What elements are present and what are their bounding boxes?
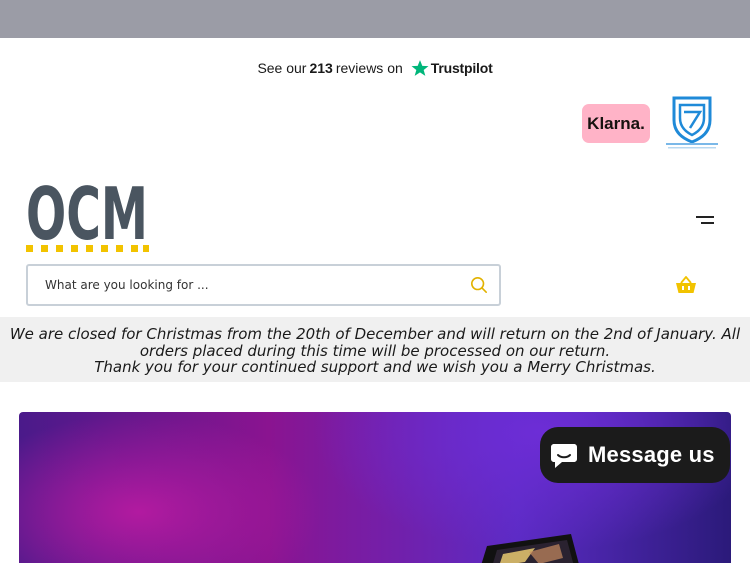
ocm-logo[interactable]: OCM bbox=[26, 180, 150, 254]
hamburger-icon bbox=[696, 216, 714, 218]
logo-text: OCM bbox=[26, 180, 148, 254]
notice-line-3: Thank you for your continued support and… bbox=[94, 358, 656, 376]
search-input[interactable] bbox=[28, 266, 459, 304]
top-announcement-bar bbox=[0, 0, 750, 38]
message-us-label: Message us bbox=[588, 442, 715, 467]
hamburger-line bbox=[701, 222, 714, 224]
trustpilot-logo: Trustpilot bbox=[411, 59, 493, 77]
basket-icon[interactable] bbox=[675, 275, 697, 295]
trustpilot-star-icon bbox=[411, 60, 429, 76]
message-us-button[interactable]: Message us bbox=[540, 427, 730, 483]
trustpilot-prefix: See our bbox=[257, 60, 307, 76]
laptop-image bbox=[481, 534, 579, 563]
trustpilot-brand: Trustpilot bbox=[430, 60, 493, 76]
search-bar[interactable] bbox=[26, 264, 501, 306]
trustpilot-review-count: 213 bbox=[309, 60, 333, 76]
klarna-badge: Klarna. bbox=[582, 104, 650, 143]
menu-button[interactable] bbox=[690, 214, 714, 228]
search-button[interactable] bbox=[459, 266, 499, 304]
trustpilot-banner[interactable]: See our 213 reviews on Trustpilot bbox=[0, 56, 750, 80]
notice-line-1: We are closed for Christmas from the 20t… bbox=[9, 325, 741, 343]
notice-line-2: orders placed during this time will be p… bbox=[139, 341, 611, 360]
christmas-closure-notice: We are closed for Christmas from the 20t… bbox=[0, 317, 750, 382]
klarna-label: Klarna. bbox=[587, 113, 645, 133]
search-icon bbox=[470, 276, 488, 294]
securitymetrics-shield-icon bbox=[666, 96, 718, 149]
chat-bubble-icon bbox=[551, 444, 577, 468]
trustpilot-suffix: reviews on bbox=[335, 60, 403, 76]
